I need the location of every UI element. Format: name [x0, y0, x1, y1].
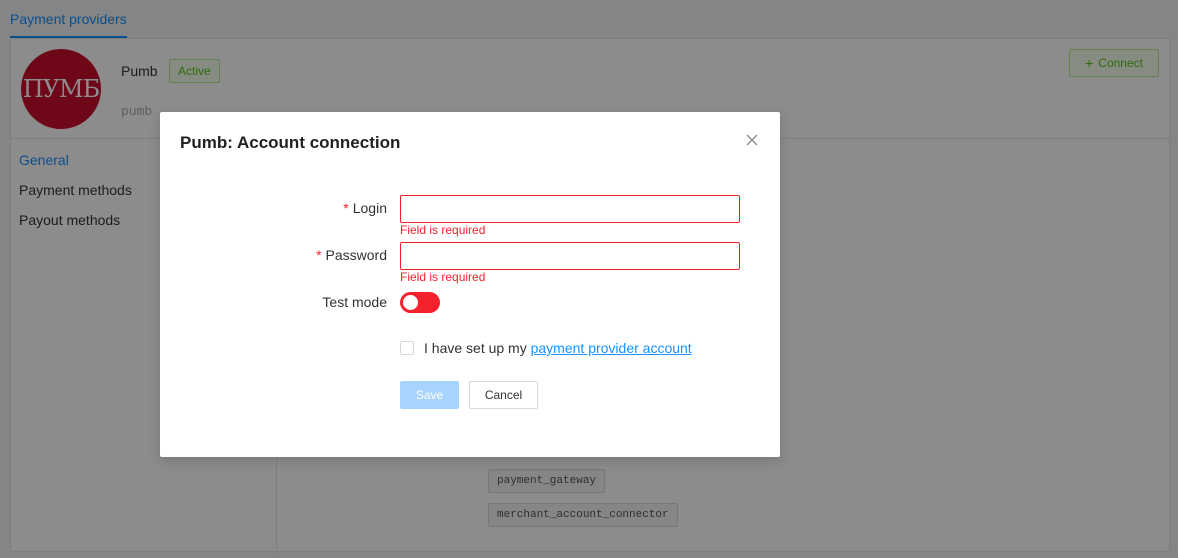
provider-account-checkbox[interactable]: [400, 341, 414, 355]
login-label: * Login: [343, 200, 387, 216]
password-input[interactable]: [400, 242, 740, 270]
required-mark: *: [316, 247, 322, 263]
save-button[interactable]: Save: [400, 381, 459, 409]
test-mode-label: Test mode: [322, 294, 387, 310]
test-mode-switch[interactable]: [400, 292, 440, 313]
checkbox-label: I have set up my payment provider accoun…: [424, 340, 692, 356]
provider-account-link[interactable]: payment provider account: [531, 340, 692, 356]
login-input[interactable]: [400, 195, 740, 223]
password-error: Field is required: [400, 270, 486, 284]
required-mark: *: [343, 200, 349, 216]
close-icon[interactable]: [742, 130, 762, 150]
switch-knob: [403, 295, 418, 310]
modal-title: Pumb: Account connection: [180, 133, 401, 152]
account-connection-modal: Pumb: Account connection * Login Field is…: [160, 112, 780, 457]
login-error: Field is required: [400, 223, 486, 237]
cancel-button[interactable]: Cancel: [469, 381, 538, 409]
password-label: * Password: [316, 247, 387, 263]
